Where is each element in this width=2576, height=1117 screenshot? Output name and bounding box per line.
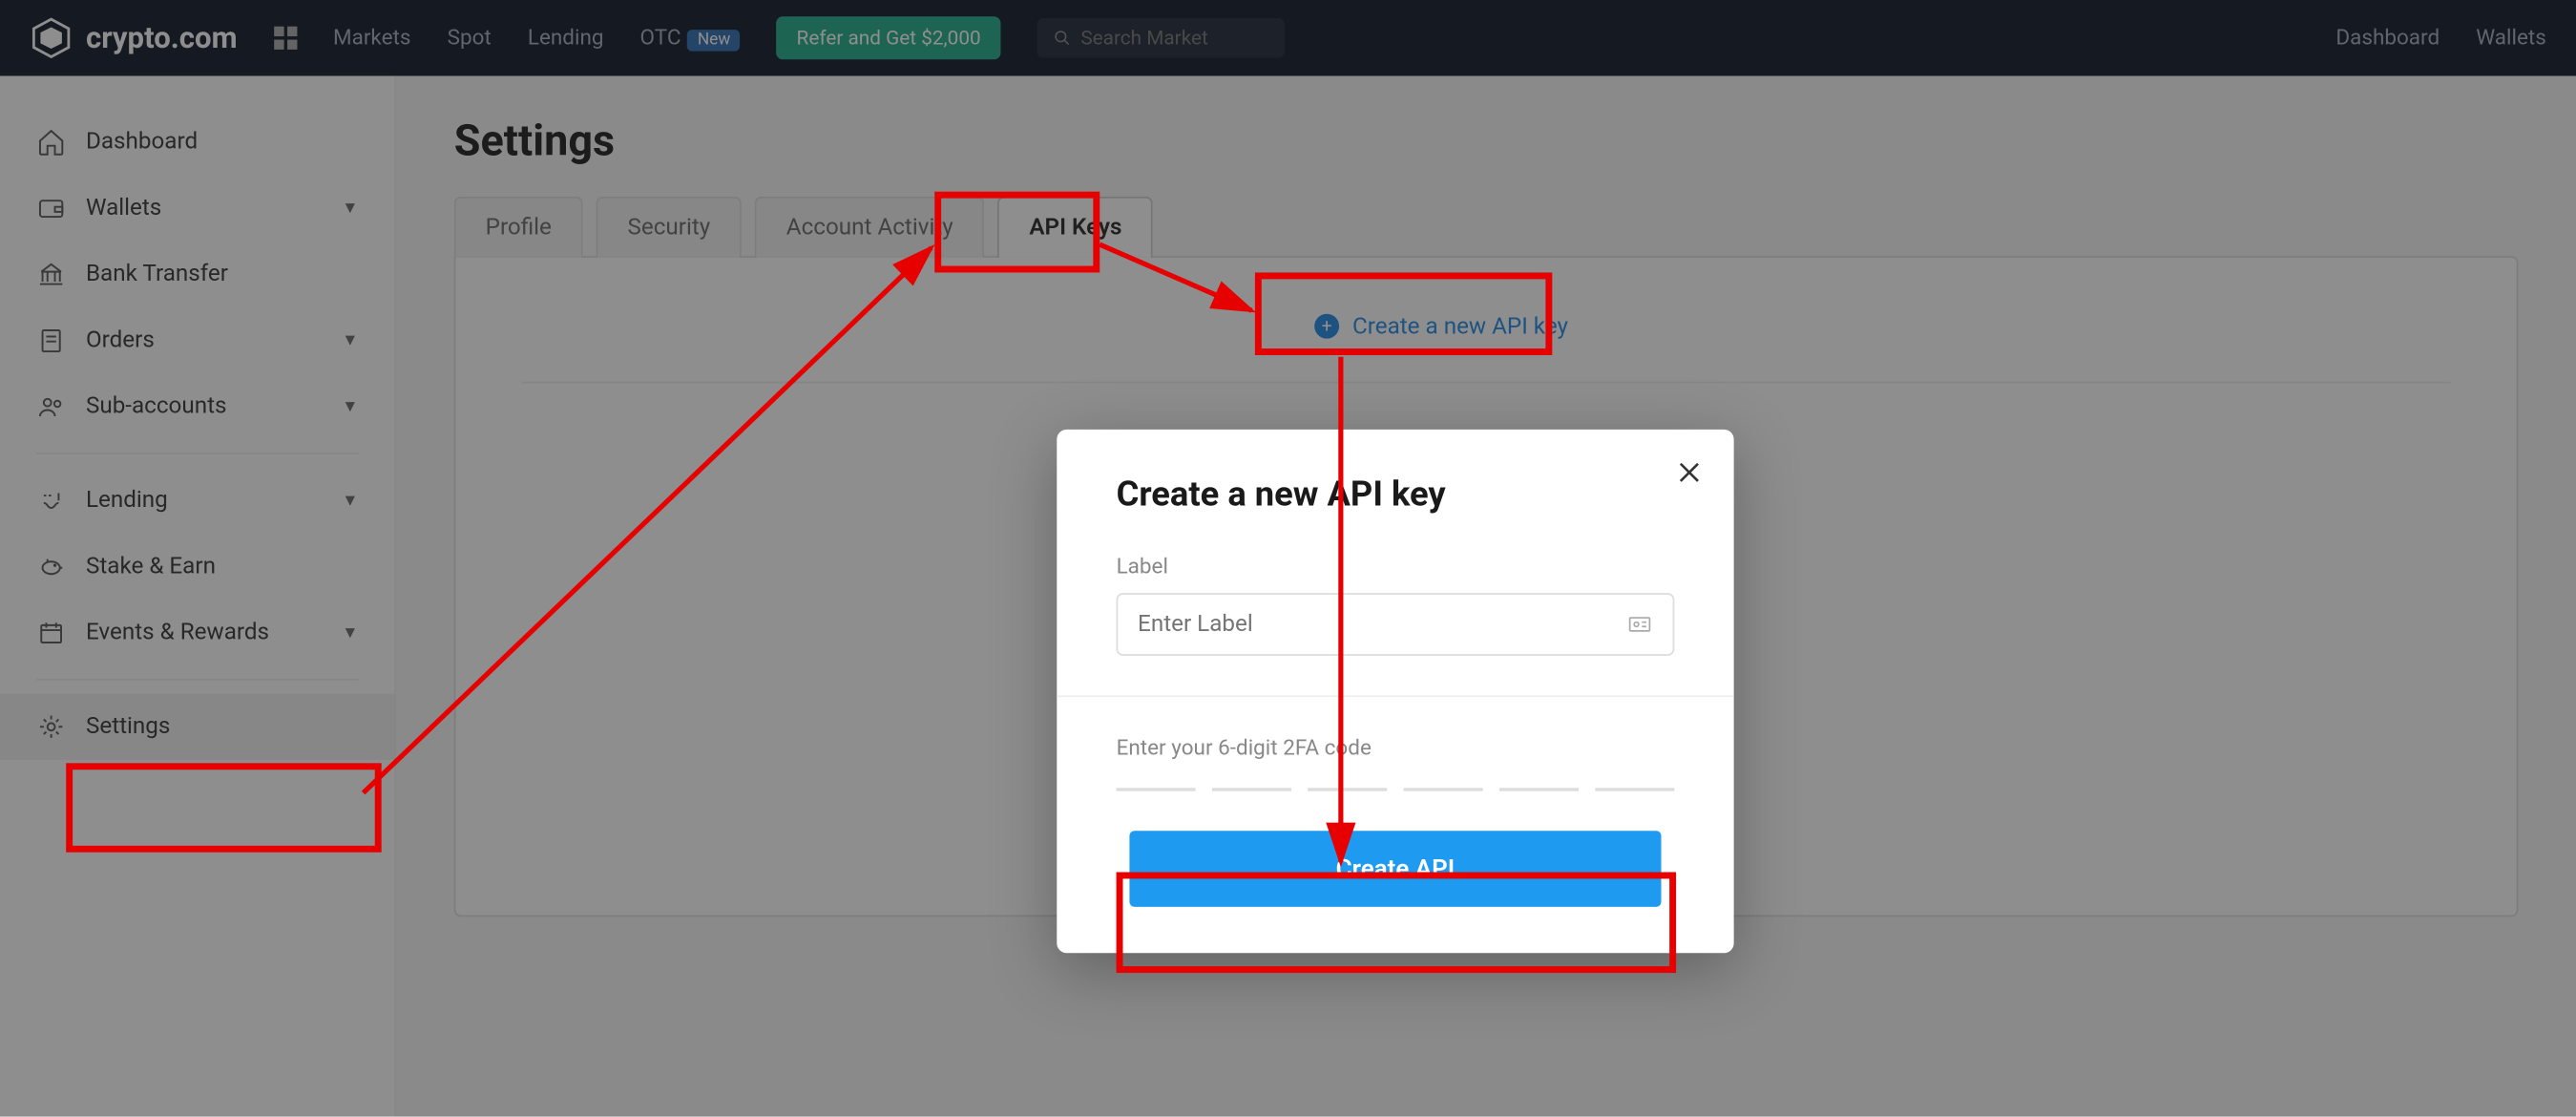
modal-title: Create a new API key — [1117, 475, 1675, 516]
otp-cell[interactable] — [1595, 785, 1674, 791]
otp-cell[interactable] — [1212, 785, 1291, 791]
close-button[interactable] — [1674, 456, 1704, 497]
twofa-label: Enter your 6-digit 2FA code — [1117, 737, 1675, 762]
create-api-button[interactable]: Create API — [1129, 831, 1661, 907]
close-icon — [1674, 457, 1704, 487]
otp-cell[interactable] — [1117, 785, 1196, 791]
otp-cell[interactable] — [1308, 785, 1387, 791]
label-input-wrapper[interactable] — [1117, 593, 1675, 656]
label-input[interactable] — [1138, 611, 1626, 638]
otp-cell[interactable] — [1404, 785, 1483, 791]
otp-inputs[interactable] — [1117, 785, 1675, 791]
id-card-icon — [1626, 611, 1653, 638]
label-field-label: Label — [1117, 555, 1675, 580]
otp-cell[interactable] — [1499, 785, 1579, 791]
divider — [1057, 695, 1733, 697]
create-api-modal: Create a new API key Label Enter your 6-… — [1057, 430, 1733, 953]
